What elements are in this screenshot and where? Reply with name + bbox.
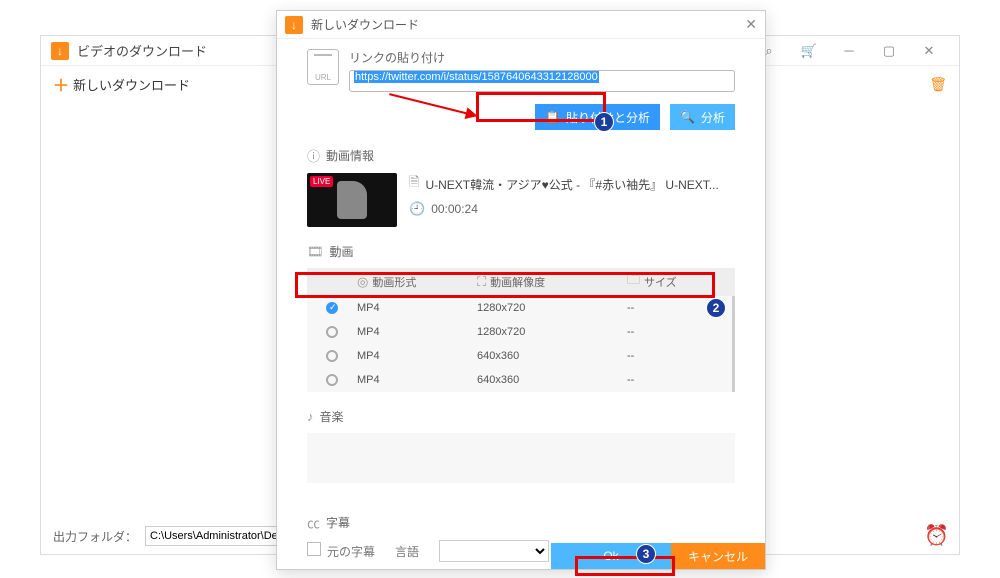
file-icon: 🗎 (409, 173, 419, 195)
video-title-row: 🗎 U-NEXT韓流・アジア♥公式 - 『#赤い袖先』 U-NEXT... (409, 173, 719, 195)
video-info-row: LIVE 🗎 U-NEXT韓流・アジア♥公式 - 『#赤い袖先』 U-NEXT.… (307, 173, 735, 227)
size-icon: 🗀 (627, 271, 640, 293)
modal-app-icon: ↓ (285, 16, 303, 34)
video-title: U-NEXT韓流・アジア♥公式 - 『#赤い袖先』 U-NEXT... (425, 176, 718, 193)
modal-footer: Ok キャンセル (277, 543, 765, 569)
format-table-body: MP4 1280x720 -- MP4 1280x720 -- MP4 640x… (307, 296, 735, 392)
live-badge: LIVE (310, 176, 333, 187)
radio-selected-icon[interactable] (326, 302, 338, 314)
video-icon: 🎞 (307, 244, 324, 260)
url-input[interactable]: https://twitter.com/i/status/15876406433… (349, 70, 735, 92)
radio-icon[interactable] (326, 350, 338, 362)
minimize-button[interactable]: ─ (829, 37, 869, 65)
output-folder-label: 出力フォルダ： (53, 528, 137, 545)
close-icon[interactable]: ✕ (745, 16, 757, 33)
format-table-header: ◎動画形式 ⛶動画解像度 🗀サイズ (307, 268, 735, 296)
new-download-modal: ↓ 新しいダウンロード ✕ URL リンクの貼り付け https://twitt… (276, 10, 766, 570)
cancel-button[interactable]: キャンセル (671, 543, 765, 569)
music-icon: ♪ (307, 409, 314, 424)
close-button[interactable]: ✕ (909, 37, 949, 65)
annotation-marker-3: 3 (636, 544, 656, 564)
video-thumbnail: LIVE (307, 173, 397, 227)
plus-icon: ＋ (53, 72, 69, 96)
info-icon: ⓘ (307, 146, 320, 165)
main-title: ビデオのダウンロード (77, 41, 207, 60)
new-download-label: 新しいダウンロード (73, 75, 190, 94)
analyze-button[interactable]: 🔍 分析 (670, 104, 735, 130)
alarm-icon[interactable]: ⏰ (924, 523, 949, 548)
modal-title: 新しいダウンロード (311, 16, 419, 33)
app-icon: ↓ (51, 42, 69, 60)
cc-icon: ㏄ (307, 513, 320, 532)
table-row[interactable]: MP4 1280x720 -- (307, 320, 732, 344)
modal-body: URL リンクの貼り付け https://twitter.com/i/statu… (277, 39, 765, 572)
new-download-button[interactable]: ＋ 新しいダウンロード (53, 72, 190, 96)
paste-icon: 📋 (545, 110, 560, 124)
clock-icon: 🕘 (409, 201, 425, 217)
cart-icon[interactable]: 🛒 (789, 37, 829, 65)
table-row[interactable]: MP4 1280x720 -- (307, 296, 732, 320)
radio-icon[interactable] (326, 374, 338, 386)
video-duration: 00:00:24 (431, 202, 478, 216)
magnifier-icon: 🔍 (680, 110, 695, 124)
trash-icon[interactable]: 🗑 (929, 76, 947, 93)
audio-list-empty (307, 433, 735, 483)
annotation-marker-1: 1 (594, 112, 614, 132)
resolution-icon: ⛶ (477, 274, 486, 290)
audio-section-header: ♪ 音楽 (307, 408, 735, 425)
annotation-marker-2: 2 (706, 298, 726, 318)
video-duration-row: 🕘 00:00:24 (409, 201, 719, 217)
url-icon: URL (307, 49, 339, 85)
link-paste-label: リンクの貼り付け (349, 49, 735, 66)
video-section-header: 🎞 動画 (307, 243, 735, 260)
radio-icon[interactable] (326, 326, 338, 338)
format-icon: ◎ (357, 274, 368, 290)
video-info-header: ⓘ 動画情報 (307, 146, 735, 165)
subtitle-section-header: ㏄ 字幕 (307, 513, 735, 532)
link-section: URL リンクの貼り付け https://twitter.com/i/statu… (307, 49, 735, 130)
table-row[interactable]: MP4 640x360 -- (307, 344, 732, 368)
modal-titlebar: ↓ 新しいダウンロード ✕ (277, 11, 765, 39)
table-row[interactable]: MP4 640x360 -- (307, 368, 732, 392)
maximize-button[interactable]: ▢ (869, 37, 909, 65)
